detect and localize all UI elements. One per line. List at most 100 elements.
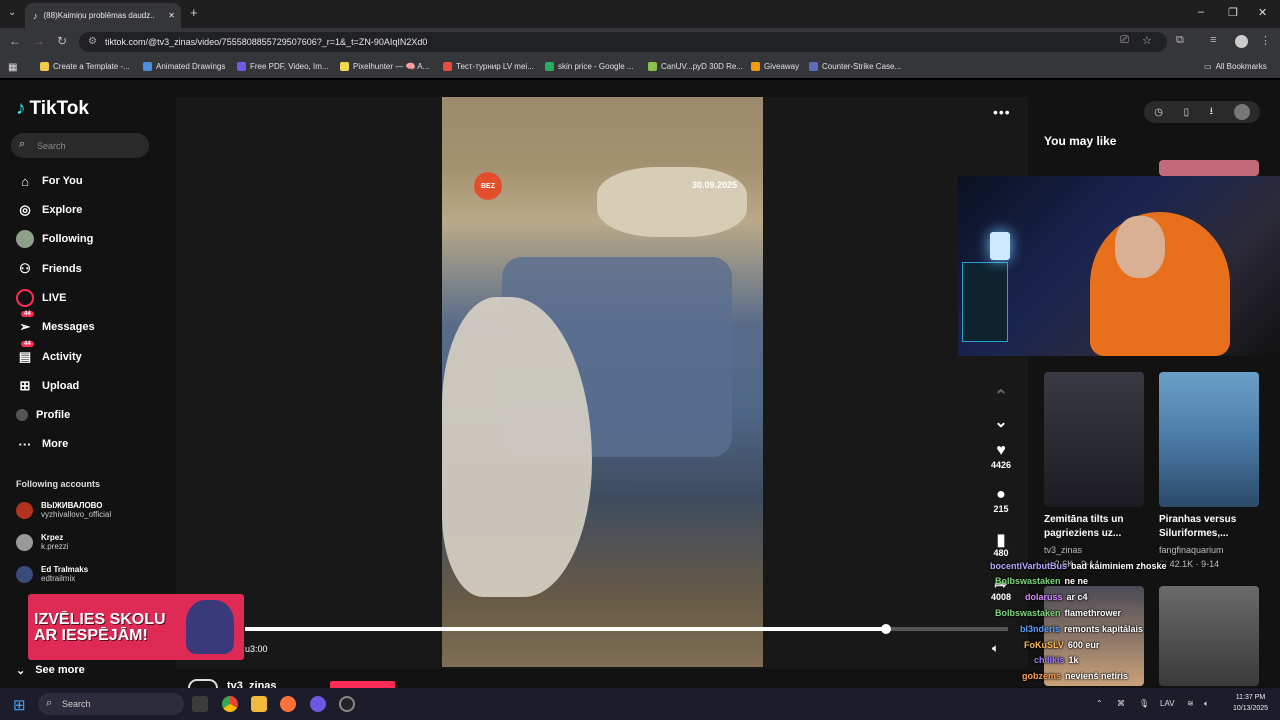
share-count: 4008 xyxy=(990,592,1012,602)
card-title[interactable]: Zemitāna tilts un pagrieziens uz... xyxy=(1044,513,1154,541)
nav-messages[interactable]: ➢ 44 Messages xyxy=(16,311,95,337)
upload-icon: ⊞ xyxy=(19,378,31,393)
friends-icon: ⚇ xyxy=(19,261,31,276)
nav-live[interactable]: LIVE xyxy=(16,288,66,308)
author-avatar[interactable] xyxy=(188,679,218,688)
chat-message: dolaruss ar c4 xyxy=(1025,592,1088,602)
discord-icon[interactable] xyxy=(310,696,326,712)
file-explorer-icon[interactable] xyxy=(251,696,267,712)
nav-activity[interactable]: ▤ 44 Activity xyxy=(16,341,82,367)
webcam-streamer-head xyxy=(1115,216,1165,278)
reload-icon[interactable]: ↻ xyxy=(57,34,67,48)
search-placeholder: Search xyxy=(37,140,66,151)
obs-icon[interactable] xyxy=(339,696,355,712)
network-icon[interactable]: ⌘ xyxy=(1117,699,1125,708)
chrome-taskbar-icon[interactable] xyxy=(222,696,238,712)
address-bar[interactable]: ⚙ tiktok.com/@tv3_zinas/video/7555808855… xyxy=(79,32,1167,52)
like-button[interactable]: ♥ 4426 xyxy=(988,442,1014,470)
all-bookmarks[interactable]: ▭ All Bookmarks xyxy=(1204,62,1267,71)
phone-icon[interactable]: ▯ xyxy=(1184,107,1190,118)
bookmark-item[interactable]: CanUV...pyD 30D Re... xyxy=(648,62,743,71)
timer-icon[interactable]: ◷ xyxy=(1154,107,1163,118)
forward-icon[interactable]: → xyxy=(33,34,45,48)
minimize-button[interactable]: – xyxy=(1198,6,1204,18)
tiktok-logo[interactable]: ♪ TikTok xyxy=(16,98,89,120)
progress-scrubber-handle[interactable] xyxy=(880,624,891,634)
account-item[interactable]: Ed Tralmaks edtrailmix xyxy=(16,565,88,583)
wifi-icon[interactable]: ≋ xyxy=(1187,699,1194,708)
new-tab-button[interactable]: + xyxy=(190,5,198,20)
card-author[interactable]: fangfinaquarium xyxy=(1159,545,1224,555)
language-indicator[interactable]: LAV xyxy=(1160,699,1175,708)
nav-upload[interactable]: ⊞ Upload xyxy=(16,376,80,396)
account-item[interactable]: Krpez k.prezzi xyxy=(16,533,69,551)
search-input[interactable]: ⌕ Search xyxy=(11,133,149,158)
previous-video-button[interactable]: ⌃ xyxy=(988,386,1014,405)
bookmark-star-icon[interactable]: ☆ xyxy=(1142,34,1152,47)
profile-avatar-icon[interactable] xyxy=(1235,35,1248,48)
bookmark-item[interactable]: Counter-Strike Case... xyxy=(809,62,901,71)
task-view-icon[interactable] xyxy=(192,696,208,712)
taskbar-clock[interactable]: 11:37 PM 10/13/2025 xyxy=(1233,692,1268,714)
nav-explore[interactable]: ◎ Explore xyxy=(16,200,82,220)
messages-badge: 44 xyxy=(21,311,34,317)
follow-button[interactable] xyxy=(330,681,395,688)
close-tab-icon[interactable]: ✕ xyxy=(168,11,175,20)
bookmark-item[interactable]: Тест-турнир LV mei... xyxy=(443,62,534,71)
account-item[interactable]: ВЫЖИВАЛОВО vyzhivallovo_official xyxy=(16,501,111,519)
video-thumbnail[interactable] xyxy=(1159,160,1259,176)
progress-fill xyxy=(245,627,886,631)
apps-grid-icon[interactable]: ▦ xyxy=(8,62,17,73)
tray-chevron-icon[interactable]: ⌃ xyxy=(1096,699,1103,708)
chrome-menu-icon[interactable]: ⋮ xyxy=(1260,34,1271,47)
bookmark-item[interactable]: Pixelhunter — 🧠 A... xyxy=(340,62,429,71)
comment-button[interactable]: ● 215 xyxy=(988,486,1014,514)
bookmark-item[interactable]: Free PDF, Video, Im... xyxy=(237,62,329,71)
close-window-button[interactable]: ✕ xyxy=(1258,6,1267,19)
video-more-options-icon[interactable]: ••• xyxy=(993,104,1011,120)
see-more-button[interactable]: ⌄ See more xyxy=(16,664,85,677)
webcam-lamp xyxy=(990,232,1010,260)
nav-following[interactable]: Following xyxy=(16,229,93,249)
webcam-pc-case xyxy=(962,262,1008,342)
volume-icon[interactable]: 🔈︎ xyxy=(992,641,999,656)
pillow xyxy=(597,167,747,237)
extensions-icon[interactable]: ⧉ xyxy=(1176,34,1184,47)
video-thumbnail[interactable] xyxy=(1044,372,1144,507)
maximize-button[interactable]: ❐ xyxy=(1228,6,1238,19)
download-icon[interactable]: ⭳ xyxy=(1210,104,1214,121)
video-thumbnail[interactable] xyxy=(1159,586,1259,686)
user-avatar[interactable] xyxy=(1233,104,1250,120)
bookmark-item[interactable]: skin price - Google ... xyxy=(545,62,634,71)
nav-for-you[interactable]: ⌂ For You xyxy=(16,171,82,191)
card-author[interactable]: tv3_zinas xyxy=(1044,545,1082,555)
bookmark-favicon-icon xyxy=(751,62,760,71)
heart-icon: ♥ xyxy=(996,442,1006,459)
bookmark-item[interactable]: Create a Template -... xyxy=(40,62,130,71)
chevron-down-icon: ⌄ xyxy=(994,414,1008,431)
tab-active[interactable]: ♪ (88)Kaimiņu problēmas daudz... ✕ xyxy=(25,3,181,28)
microphone-icon[interactable]: 🎙︎ xyxy=(1139,699,1149,708)
card-title[interactable]: Piranhas versus Siluriformes,... xyxy=(1159,513,1269,541)
save-button[interactable]: ▮ 480 xyxy=(988,530,1014,558)
firefox-icon[interactable] xyxy=(280,696,296,712)
chat-message: chilikis 1k xyxy=(1034,655,1079,665)
site-info-icon[interactable]: ⚙ xyxy=(88,36,97,47)
back-icon[interactable]: ← xyxy=(9,34,21,48)
nav-profile[interactable]: Profile xyxy=(16,405,70,425)
bookmark-item[interactable]: Animated Drawings xyxy=(143,62,225,71)
bookmark-favicon-icon xyxy=(809,62,818,71)
next-video-button[interactable]: ⌄ xyxy=(988,412,1014,431)
bookmarks-bar: ▦ Create a Template -... Animated Drawin… xyxy=(0,56,1280,78)
video-thumbnail[interactable] xyxy=(1159,372,1259,507)
nav-friends[interactable]: ⚇ Friends xyxy=(16,259,82,279)
install-app-icon[interactable]: ⎚ xyxy=(1120,34,1129,47)
tab-list-chevron-icon[interactable]: ⌄ xyxy=(8,7,16,18)
windows-start-icon[interactable]: ⊞ xyxy=(13,696,26,714)
taskbar-search[interactable]: ⌕ Search xyxy=(38,693,184,715)
bookmark-item[interactable]: Giveaway xyxy=(751,62,799,71)
nav-more[interactable]: ··· More xyxy=(16,434,69,454)
like-count: 4426 xyxy=(990,460,1012,470)
speaker-icon[interactable]: 🔈︎ xyxy=(1204,699,1209,709)
media-controls-icon[interactable]: ≡ xyxy=(1210,34,1216,46)
